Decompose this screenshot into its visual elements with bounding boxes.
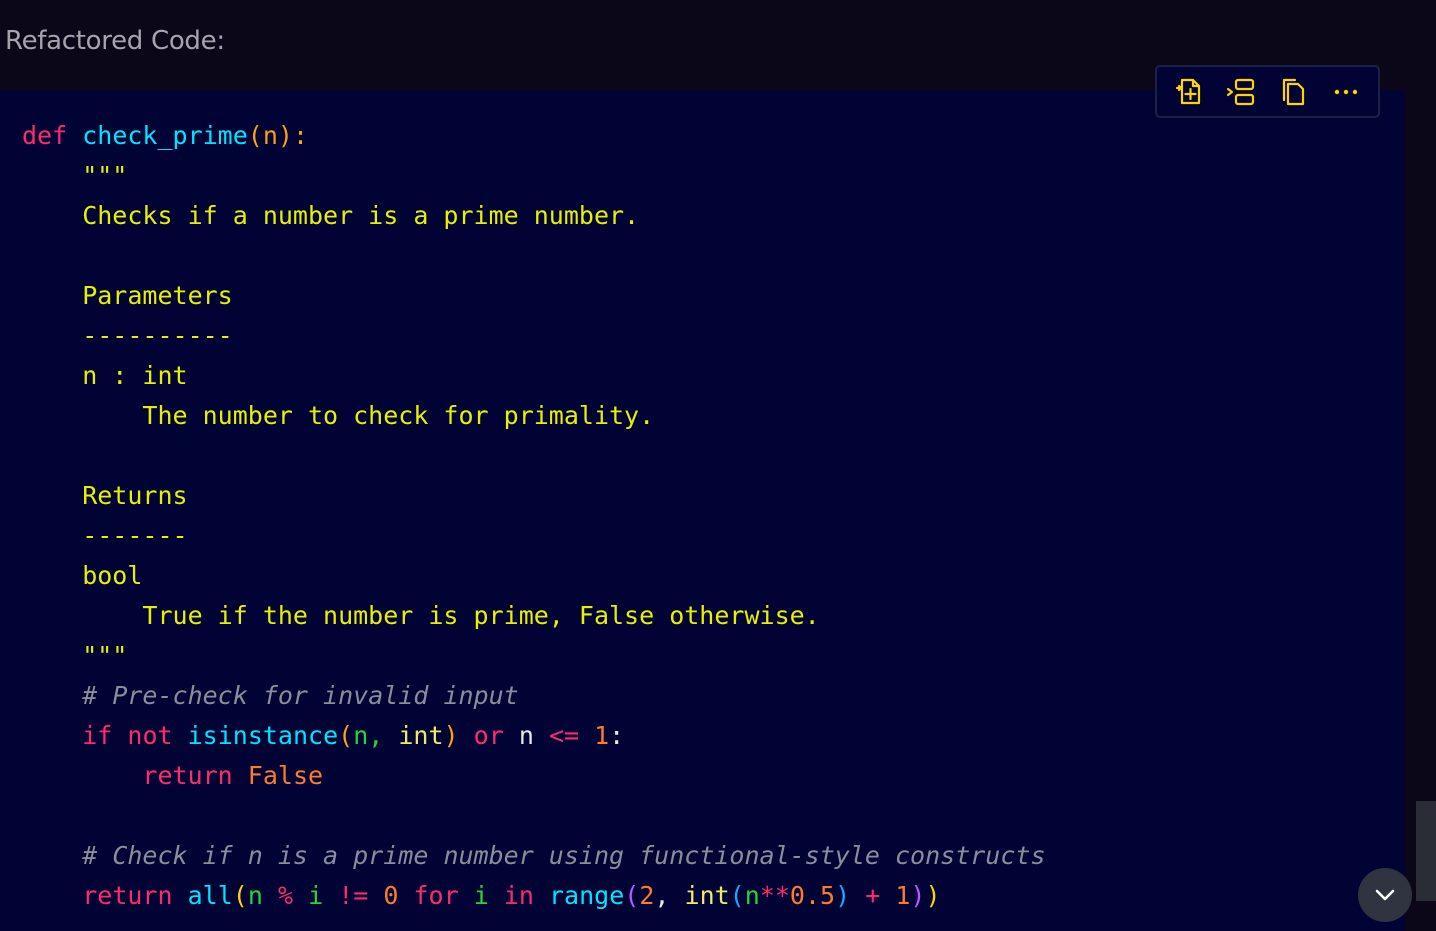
- code-content: def check_prime(n): """ Checks if a numb…: [22, 116, 1046, 916]
- keyword-if: if: [82, 721, 113, 750]
- keyword-in: in: [503, 881, 534, 910]
- builtin-int: int: [398, 721, 444, 750]
- code-line-if: if not isinstance(n, int) or n <= 1:: [22, 716, 1046, 756]
- var-i: i: [308, 881, 324, 910]
- number: 0: [383, 881, 399, 910]
- keyword-return: return: [142, 761, 233, 790]
- builtin-range: range: [549, 881, 625, 910]
- file-add-icon: [1176, 78, 1201, 104]
- comment: # Check if n is a prime number using fun…: [82, 841, 1046, 870]
- var-n: n,: [353, 721, 384, 750]
- code-line-1: def check_prime(n):: [22, 116, 1046, 156]
- keyword-or: or: [473, 721, 504, 750]
- function-name: check_prime: [82, 121, 248, 150]
- var-n: n: [247, 881, 263, 910]
- docstring-line: The number to check for primality.: [22, 401, 655, 430]
- number: 1: [895, 881, 911, 910]
- constant-false: False: [247, 761, 324, 790]
- insert-icon: [1227, 78, 1255, 105]
- paren: (: [247, 121, 263, 150]
- number: 1: [594, 721, 610, 750]
- docstring-line: n : int: [22, 361, 188, 390]
- chevron-down-icon: [1375, 889, 1395, 901]
- keyword-return: return: [82, 881, 173, 910]
- paren: (: [338, 721, 354, 750]
- code-toolbar: [1155, 65, 1380, 118]
- section-title: Refactored Code:: [5, 26, 225, 56]
- paren: (: [232, 881, 248, 910]
- docstring-line: Checks if a number is a prime number.: [22, 201, 640, 230]
- keyword-for: for: [413, 881, 459, 910]
- docstring-line: bool: [22, 561, 143, 590]
- docstring-open: """: [22, 161, 128, 190]
- param-n: n: [262, 121, 278, 150]
- var-i: i: [473, 881, 489, 910]
- comment: # Pre-check for invalid input: [82, 681, 519, 710]
- colon: :: [609, 721, 625, 750]
- copy-icon: [1282, 78, 1304, 105]
- operator-mod: %: [277, 881, 293, 910]
- docstring-line: -------: [22, 521, 188, 550]
- insert-at-cursor-button[interactable]: [1221, 72, 1261, 112]
- builtin-int: int: [684, 881, 730, 910]
- keyword-def: def: [22, 121, 68, 150]
- paren: (: [729, 881, 745, 910]
- scroll-to-bottom-button[interactable]: [1358, 868, 1412, 922]
- code-line-comment: # Pre-check for invalid input: [22, 676, 1046, 716]
- number: 0.5: [789, 881, 836, 910]
- scrollbar-thumb[interactable]: [1416, 801, 1436, 901]
- docstring-line: True if the number is prime, False other…: [22, 601, 820, 630]
- builtin-isinstance: isinstance: [187, 721, 339, 750]
- docstring-line: ----------: [22, 321, 233, 350]
- paren: (: [624, 881, 640, 910]
- more-icon: [1334, 89, 1358, 94]
- docstring-close: """: [22, 641, 128, 670]
- builtin-all: all: [187, 881, 233, 910]
- operator-ne: !=: [338, 881, 369, 910]
- code-line-return-all: return all(n % i != 0 for i in range(2, …: [22, 876, 1046, 916]
- comma: ,: [654, 881, 670, 910]
- paren: ): [910, 881, 926, 910]
- code-line-return-false: return False: [22, 756, 1046, 796]
- var-n: n: [518, 721, 534, 750]
- docstring-line: Parameters: [22, 281, 233, 310]
- operator-pow: **: [759, 881, 790, 910]
- operator-le: <=: [548, 721, 580, 750]
- paren: ): [925, 881, 941, 910]
- number: 2: [639, 881, 655, 910]
- code-line-comment: # Check if n is a prime number using fun…: [22, 836, 1046, 876]
- var-n: n: [744, 881, 760, 910]
- paren: ): [835, 881, 851, 910]
- more-button[interactable]: [1326, 72, 1366, 112]
- docstring-line: Returns: [22, 481, 188, 510]
- paren: ): [443, 721, 459, 750]
- paren-colon: ):: [277, 121, 309, 150]
- insert-new-file-button[interactable]: [1169, 72, 1209, 112]
- operator-plus: +: [865, 881, 881, 910]
- copy-button[interactable]: [1274, 72, 1314, 112]
- keyword-not: not: [127, 721, 173, 750]
